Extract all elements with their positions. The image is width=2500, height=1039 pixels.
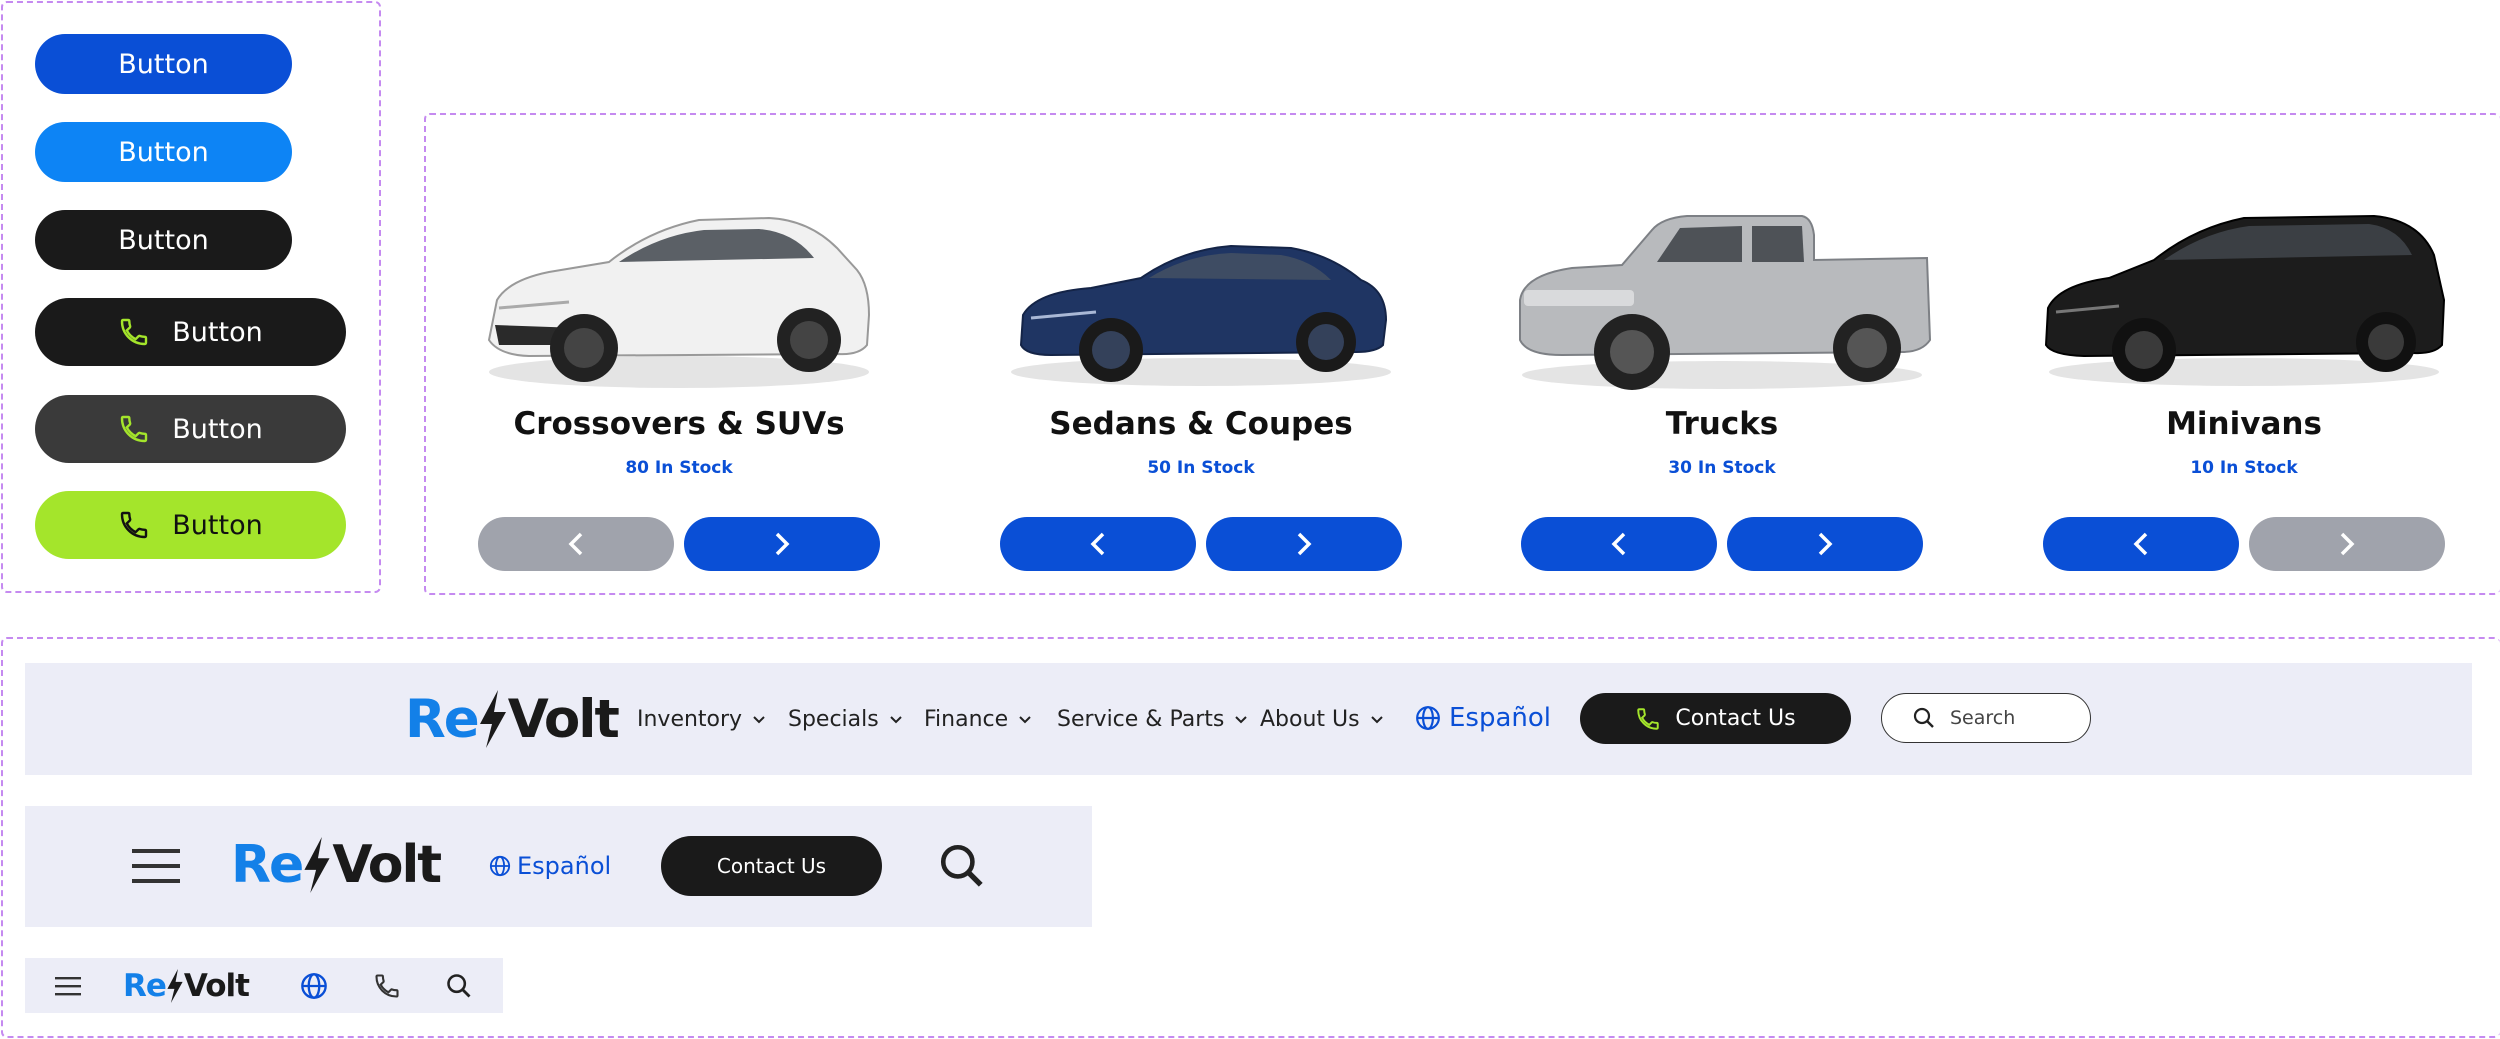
button-label: Button [172,509,263,541]
globe-icon [1416,706,1440,730]
next-button[interactable] [684,517,880,571]
nav-about-us[interactable]: About Us [1260,707,1384,732]
category-title: Crossovers & SUVs [513,406,845,442]
button-lime-phone[interactable]: Button [35,491,346,559]
prev-button[interactable] [1000,517,1196,571]
search-placeholder: Search [1950,707,2016,729]
nav-label: Specials [788,707,879,732]
button-gray-phone[interactable]: Button [35,395,346,463]
chevron-down-icon [1235,715,1248,723]
category-card[interactable]: Sedans & Coupes 50 In Stock [981,140,1421,590]
nav-label: About Us [1260,707,1360,732]
chevron-down-icon [890,715,902,723]
category-stock: 50 In Stock [1147,458,1255,478]
prev-button[interactable] [478,517,674,571]
nav-label: Inventory [637,707,743,732]
contact-label: Contact Us [1675,706,1796,731]
next-button[interactable] [1206,517,1402,571]
category-stock: 30 In Stock [1668,458,1776,478]
bolt-icon [167,969,183,1003]
category-stock: 10 In Stock [2190,458,2298,478]
language-switch[interactable]: Español [1415,703,1551,733]
crossover-car-image [487,216,871,388]
nav-specials[interactable]: Specials [788,707,903,732]
chevron-down-icon [753,715,765,723]
language-label: Español [517,852,612,880]
chevron-right-icon [1297,532,1312,556]
category-title: Trucks [1665,406,1779,442]
truck-car-image [1519,215,1932,390]
button-label: Button [118,136,209,168]
phone-icon [121,318,148,346]
logo[interactable]: Re Volt [231,834,442,896]
category-title: Minivans [2166,406,2322,442]
chevron-down-icon [1019,715,1031,723]
globe-icon [489,855,511,877]
bolt-icon [479,690,506,748]
globe-icon[interactable] [300,972,328,1000]
phone-icon [121,415,148,443]
phone-icon [121,511,148,539]
logo-volt: Volt [332,835,442,895]
category-title: Sedans & Coupes [1049,406,1353,442]
bolt-icon [304,837,330,893]
chevron-left-icon [568,532,583,556]
phone-icon [1637,707,1660,730]
contact-label: Contact Us [716,854,827,878]
search-input[interactable]: Search [1881,693,2091,743]
chevron-right-icon [775,532,790,556]
button-label: Button [172,316,263,348]
button-primary[interactable]: Button [35,34,292,94]
menu-icon[interactable] [132,847,180,885]
category-card[interactable]: Minivans 10 In Stock [2024,140,2464,590]
logo-re: Re [123,968,167,1004]
chevron-left-icon [2133,532,2148,556]
contact-us-button[interactable]: Contact Us [1580,693,1851,744]
nav-label: Service & Parts [1057,707,1225,732]
language-label: Español [1449,703,1552,733]
desktop-header: Re Volt Inventory Specials Finance Servi… [25,663,2472,775]
button-label: Button [118,224,209,256]
nav-service-parts[interactable]: Service & Parts [1057,707,1248,732]
button-label: Button [118,48,209,80]
button-secondary[interactable]: Button [35,122,292,182]
category-stock: 80 In Stock [625,458,733,478]
search-icon [1913,707,1934,728]
tablet-header: Re Volt Español Contact Us [25,806,1092,927]
next-button[interactable] [2249,517,2445,571]
minivan-car-image [2044,214,2446,386]
search-icon[interactable] [937,841,987,891]
language-switch[interactable]: Español [489,852,611,880]
sedan-car-image [1011,244,1391,386]
category-card[interactable]: Trucks 30 In Stock [1502,140,1942,590]
nav-label: Finance [924,707,1009,732]
menu-icon[interactable] [55,976,81,996]
logo-volt: Volt [507,688,620,750]
logo-re: Re [405,688,480,750]
next-button[interactable] [1727,517,1923,571]
chevron-left-icon [1611,532,1626,556]
prev-button[interactable] [2043,517,2239,571]
category-card[interactable]: Crossovers & SUVs 80 In Stock [459,140,899,590]
button-dark[interactable]: Button [35,210,292,270]
search-icon[interactable] [445,972,473,1000]
logo-volt: Volt [183,968,250,1004]
mobile-header: Re Volt [25,958,503,1013]
prev-button[interactable] [1521,517,1717,571]
logo-re: Re [231,835,304,895]
logo[interactable]: Re Volt [405,685,620,753]
chevron-right-icon [2340,532,2355,556]
nav-inventory[interactable]: Inventory [637,707,766,732]
contact-us-button[interactable]: Contact Us [661,836,882,896]
chevron-right-icon [1818,532,1833,556]
button-label: Button [172,413,263,445]
logo[interactable]: Re Volt [123,968,250,1004]
chevron-left-icon [1090,532,1105,556]
phone-icon[interactable] [373,972,401,1000]
chevron-down-icon [1370,715,1383,723]
button-dark-phone[interactable]: Button [35,298,346,366]
nav-finance[interactable]: Finance [924,707,1032,732]
